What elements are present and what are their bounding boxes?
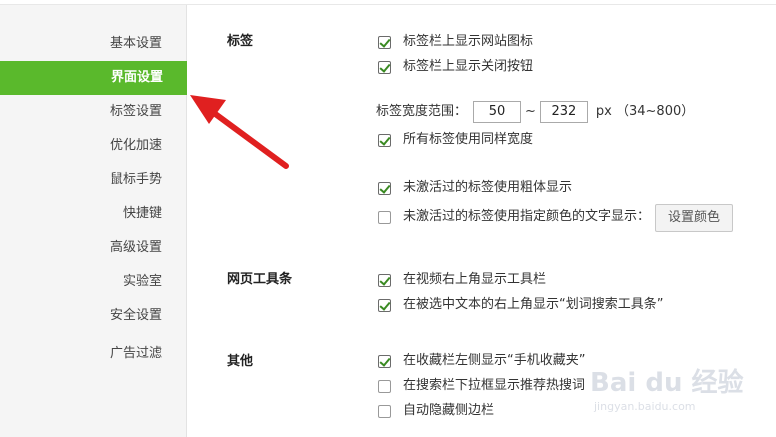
watermark-url: jingyan.baidu.com	[594, 400, 696, 413]
baidu-watermark: Bai du 经验 jingyan.baidu.com	[590, 362, 744, 422]
watermark-logo: Bai du 经验	[590, 368, 744, 398]
